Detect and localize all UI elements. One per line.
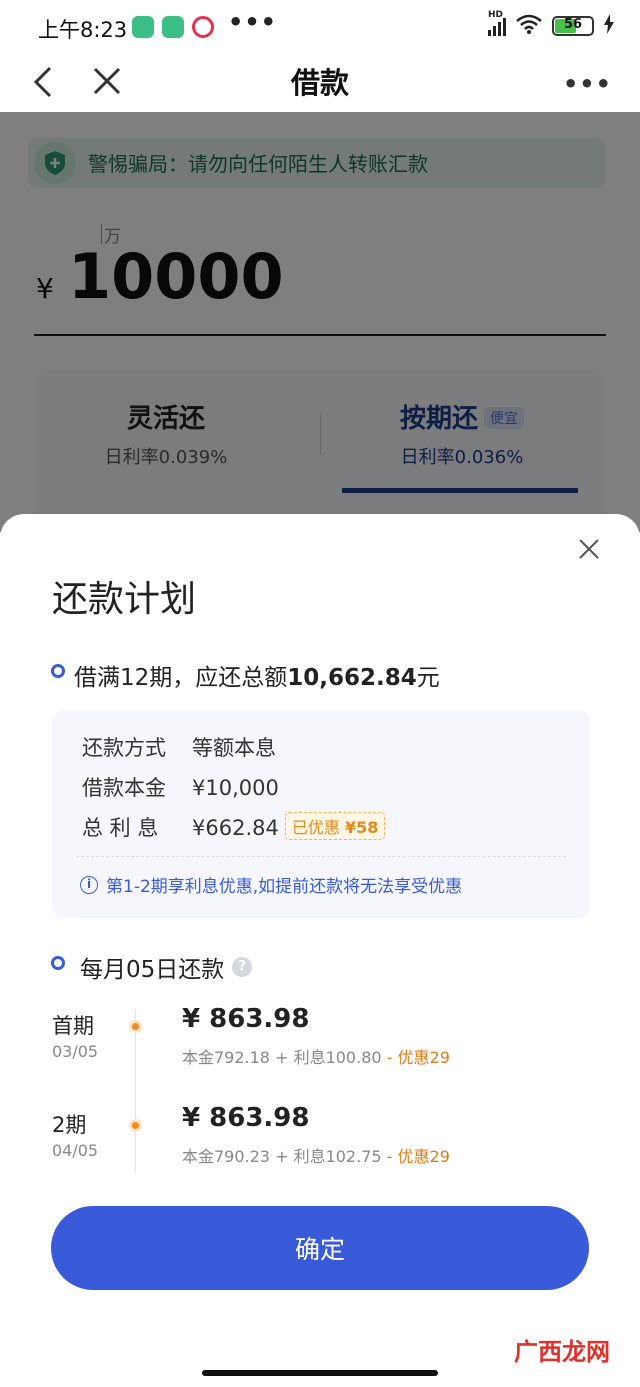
close-icon[interactable] (578, 538, 600, 564)
term-name: 2期 (52, 1113, 87, 1137)
term-discount: - 优惠29 (381, 1048, 450, 1067)
summary-amount: 10,662.84 (287, 665, 417, 691)
signal-icon: HD (488, 10, 506, 36)
term-row: 首期 03/05 ¥ 863.98 本金792.18 + 利息100.80 - … (0, 1004, 640, 1100)
more-options-icon[interactable]: ••• (563, 70, 612, 98)
status-right: HD 56 (488, 10, 614, 38)
discount-badge: 已优惠 ¥58 (284, 812, 386, 840)
sheet-title: 还款计划 (52, 579, 197, 620)
status-bar: 上午8:23 ••• HD 56 (0, 0, 640, 56)
discount-notice-text: 第1-2期享利息优惠,如提前还款将无法享受优惠 (106, 877, 463, 897)
term-breakdown: 本金792.18 + 利息100.80 - 优惠29 (182, 1044, 450, 1068)
timeline-dot (129, 1119, 142, 1132)
monthly-repay-day: 每月05日还款 ? (80, 950, 253, 984)
confirm-button[interactable]: 确定 (51, 1206, 589, 1290)
detail-row-interest: 总 利 息 ¥662.84 已优惠 ¥58 (82, 812, 386, 842)
monthly-repay-label: 每月05日还款 (80, 957, 225, 983)
term-date: 03/05 (52, 1042, 99, 1061)
term-discount: - 优惠29 (381, 1147, 450, 1166)
battery-level: 56 (563, 17, 583, 32)
term-principal: 本金792.18 + 利息100.80 (182, 1048, 382, 1067)
summary-suffix: 元 (416, 665, 440, 691)
term-name: 首期 (52, 1014, 94, 1038)
wifi-icon (516, 14, 542, 38)
term-date: 04/05 (52, 1141, 99, 1160)
modal-overlay[interactable] (0, 112, 640, 532)
status-time: 上午8:23 (38, 18, 128, 42)
term-amount: ¥ 863.98 (182, 1103, 310, 1133)
detail-row-principal: 借款本金 ¥10,000 (82, 772, 279, 802)
hd-label: HD (488, 10, 504, 20)
divider (76, 856, 566, 857)
detail-label: 还款方式 (82, 736, 166, 760)
repayment-plan-sheet: 还款计划 借满12期，应还总额10,662.84元 还款方式 等额本息 借款本金 ¥… (0, 514, 640, 1387)
detail-label: 总 利 息 (82, 816, 159, 840)
term-amount: ¥ 863.98 (182, 1004, 310, 1034)
more-notifications-icon: ••• (228, 8, 278, 36)
charging-icon (604, 14, 614, 38)
battery-icon: 56 (552, 16, 594, 36)
home-indicator[interactable] (202, 1370, 438, 1376)
detail-value: ¥10,000 (192, 776, 279, 800)
shield-app-icon (132, 16, 154, 38)
detail-label: 借款本金 (82, 776, 166, 800)
total-repayment-summary: 借满12期，应还总额10,662.84元 (74, 658, 440, 692)
term-breakdown: 本金790.23 + 利息102.75 - 优惠29 (182, 1143, 450, 1167)
discount-badge-amount: ¥58 (344, 818, 379, 837)
loan-detail-box: 还款方式 等额本息 借款本金 ¥10,000 总 利 息 ¥662.84 已优惠 ¥58… (52, 710, 590, 918)
summary-prefix: 借满12期，应还总额 (74, 665, 288, 691)
help-icon[interactable]: ? (232, 957, 253, 977)
bullet-icon (51, 664, 65, 678)
discount-badge-text: 已优惠 (291, 818, 340, 837)
term-principal: 本金790.23 + 利息102.75 (182, 1147, 382, 1166)
info-icon: i (80, 875, 98, 894)
term-row: 2期 04/05 ¥ 863.98 本金790.23 + 利息102.75 - … (0, 1103, 640, 1199)
shield-app-icon-2 (162, 16, 184, 38)
bullet-icon (51, 956, 65, 970)
detail-value: 等额本息 (192, 736, 276, 760)
detail-row-method: 还款方式 等额本息 (82, 732, 276, 762)
page-title: 借款 (290, 66, 349, 100)
detail-value: ¥662.84 (192, 816, 279, 840)
nav-bar: 借款 ••• (0, 56, 640, 112)
watermark-logo: 广西龙网 (514, 1338, 610, 1366)
app-notification-icon (192, 16, 214, 38)
timeline-dot (129, 1020, 142, 1033)
discount-notice: i 第1-2期享利息优惠,如提前还款将无法享受优惠 (80, 872, 462, 897)
